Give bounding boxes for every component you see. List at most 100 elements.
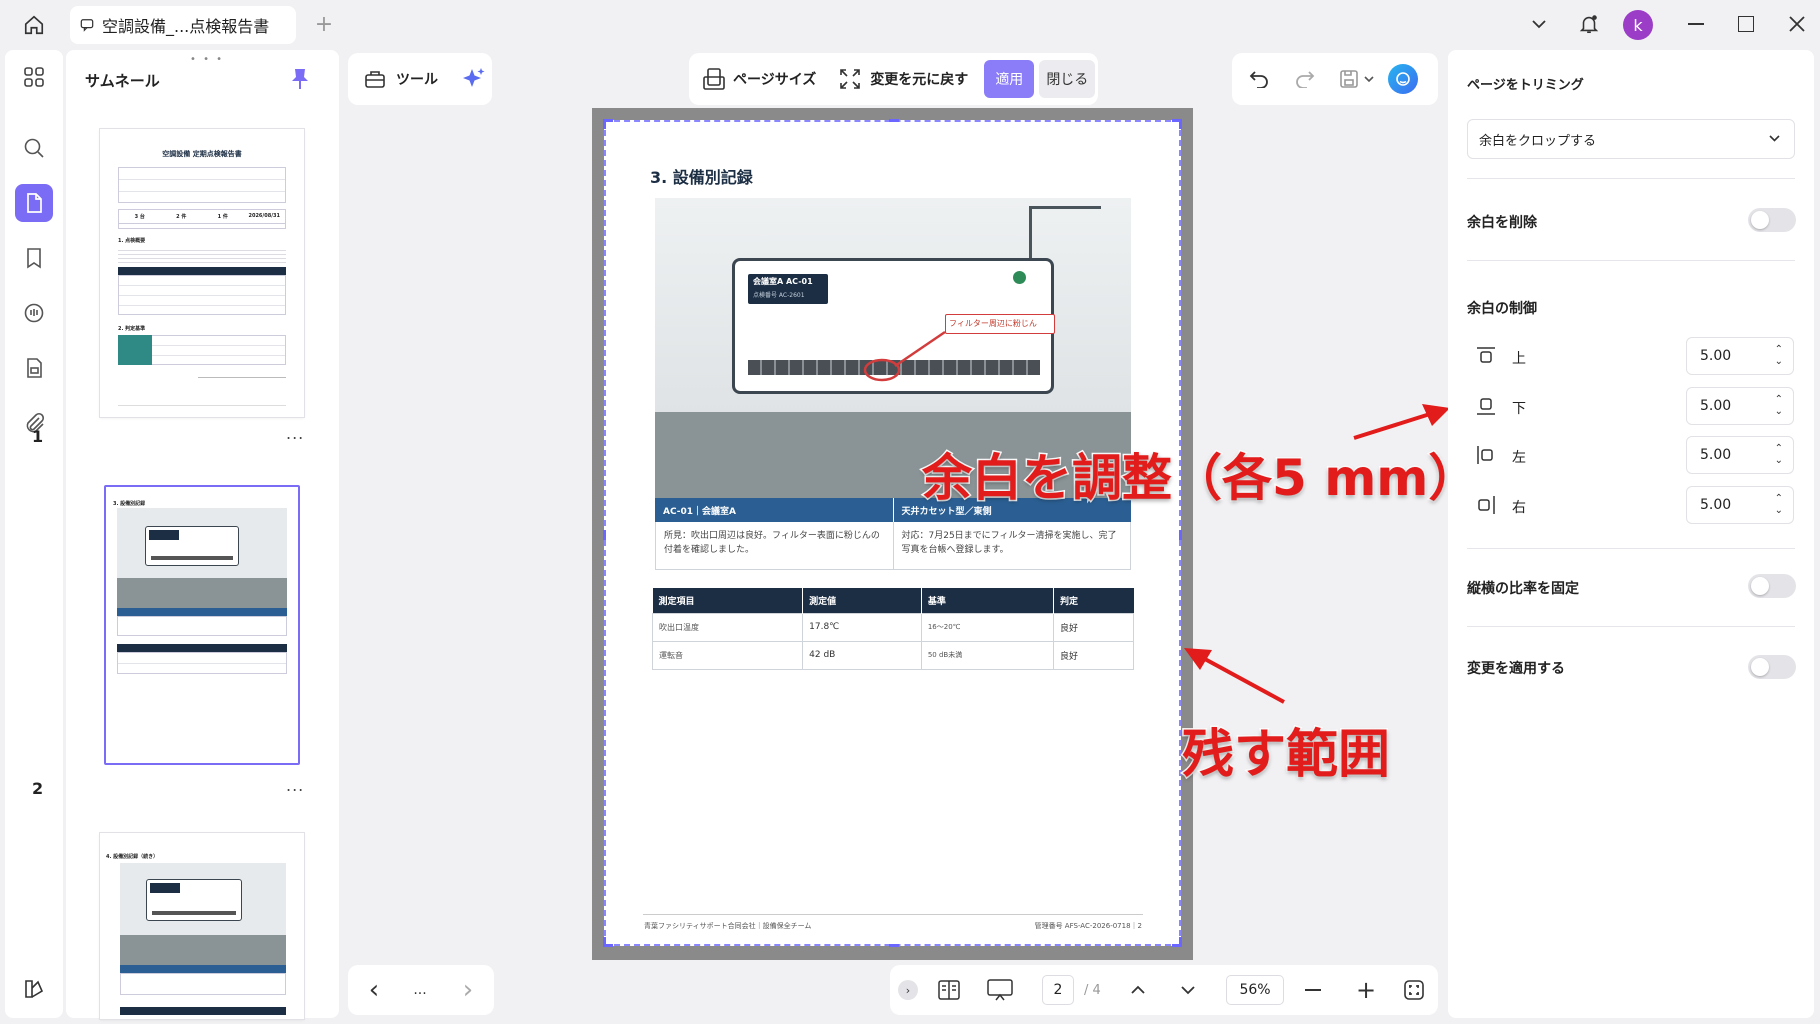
next-page-button[interactable]: › [456,975,480,1005]
margin-top-icon [1474,344,1498,368]
search-icon[interactable] [15,129,53,167]
bell-icon[interactable] [1576,10,1602,38]
chevron-down-icon [1769,135,1780,142]
save-icon[interactable] [1336,64,1362,94]
page-up-icon[interactable] [1124,976,1152,1004]
margin-bottom-icon [1474,394,1498,418]
zoom-out-icon[interactable] [1305,989,1321,991]
reset-crop-icon [838,67,862,91]
edit-toolbar [1232,53,1438,105]
presentation-icon[interactable] [984,976,1016,1004]
annotation-keep-area: 残す範囲 [1180,724,1391,787]
zoom-level[interactable]: 56% [1226,975,1284,1005]
bookmark-icon[interactable] [15,239,53,277]
undo-icon[interactable] [1244,64,1274,94]
thumbnail-page-1[interactable]: 空調設備 定期点検報告書 3 台 2 件 1 件 2026/08/31 1. 点… [100,129,304,417]
thumb-section: 4. 設備別記録（続き） [106,854,159,860]
tools-toolbar: ツール [348,53,492,105]
margin-right-value: 5.00 [1700,497,1732,513]
drag-handle[interactable]: • • • [190,54,224,65]
save-options-chevron-icon[interactable] [1362,64,1376,94]
thumb-section: 1. 点検概要 [118,238,146,244]
expand-icon[interactable]: › [898,980,918,1000]
tab-title: 空調設備_...点検報告書 [102,17,270,36]
margin-bottom-stepper[interactable]: 5.00 ⌃ ⌄ [1686,387,1794,425]
thumb-page-number: 1 [32,427,44,446]
view-controls-bar: › 2 / 4 56% + [890,965,1438,1015]
dropdown-value: 余白をクロップする [1479,133,1597,149]
fit-page-icon[interactable] [1400,976,1428,1004]
zoom-in-icon[interactable]: + [1352,976,1380,1004]
divider [1467,260,1795,261]
page-number-input[interactable]: 2 [1042,975,1074,1005]
ai-assistant-icon[interactable] [1388,64,1418,94]
toolbox-icon[interactable] [362,66,388,92]
document-tab[interactable]: 空調設備_...点検報告書 [70,6,296,44]
thumbnail-page-3[interactable]: 4. 設備別記録（続き） [100,833,304,1019]
panel-title: サムネール [85,72,160,90]
margin-bottom-label: 下 [1512,401,1526,417]
chevron-down-icon[interactable] [1528,12,1550,36]
more-icon[interactable]: ... [286,776,304,795]
pages-icon[interactable] [15,184,53,222]
page-size-button[interactable]: ページサイズ [733,69,816,89]
page-size-icon [701,66,727,92]
divider [1467,626,1795,627]
thumb-doc-title: 空調設備 定期点検報告書 [162,150,242,158]
home-icon[interactable] [18,10,50,40]
thumb-page-number: 2 [32,779,44,798]
page-total: / 4 [1084,982,1101,998]
divider [1467,548,1795,549]
apply-changes-toggle[interactable] [1748,655,1796,679]
minimize-icon[interactable] [1688,23,1704,25]
redo-icon[interactable] [1290,64,1320,94]
apply-button[interactable]: 適用 [984,60,1035,98]
left-rail [5,50,63,1018]
avatar[interactable]: k [1623,10,1653,40]
margin-left-value: 5.00 [1700,447,1732,463]
stepper-arrows-icon[interactable]: ⌃ ⌄ [1775,493,1783,517]
apps-icon[interactable] [15,58,53,96]
margin-bottom-value: 5.00 [1700,398,1732,414]
stepper-arrows-icon[interactable]: ⌃ ⌄ [1775,394,1783,418]
close-button[interactable]: 閉じる [1039,60,1096,98]
margin-top-value: 5.00 [1700,348,1732,364]
margin-right-stepper[interactable]: 5.00 ⌃ ⌄ [1686,486,1794,524]
new-tab-icon[interactable]: + [312,12,336,37]
maximize-icon[interactable] [1738,16,1754,32]
divider [1467,178,1795,179]
margin-left-icon [1474,443,1498,467]
lock-ratio-label: 縦横の比率を固定 [1467,581,1579,597]
reset-button[interactable]: 変更を元に戻す [870,69,968,89]
margin-control-label: 余白の制御 [1467,301,1537,317]
close-icon[interactable] [1786,12,1808,36]
remove-margin-toggle[interactable] [1748,208,1796,232]
form-icon[interactable] [15,349,53,387]
remove-margin-label: 余白を削除 [1467,215,1537,231]
stepper-arrows-icon[interactable]: ⌃ ⌄ [1775,344,1783,368]
lock-ratio-toggle[interactable] [1748,574,1796,598]
two-page-view-icon[interactable] [934,976,964,1004]
margin-left-stepper[interactable]: 5.00 ⌃ ⌄ [1686,436,1794,474]
crop-mode-dropdown[interactable]: 余白をクロップする [1467,119,1795,159]
margin-top-label: 上 [1512,351,1526,367]
more-pages-button[interactable]: ... [408,975,432,1005]
margin-top-stepper[interactable]: 5.00 ⌃ ⌄ [1686,337,1794,375]
stepper-arrows-icon[interactable]: ⌃ ⌄ [1775,443,1783,467]
panel-toggle-icon[interactable] [15,970,53,1008]
prev-page-button[interactable]: ‹ [362,975,386,1005]
margin-left-label: 左 [1512,450,1526,466]
ai-sparkle-icon[interactable] [460,65,488,93]
page-down-icon[interactable] [1174,976,1202,1004]
tools-button[interactable]: ツール [396,69,438,89]
crop-box[interactable] [603,119,1182,947]
comments-icon[interactable] [15,294,53,332]
panel-title: ページをトリミング [1467,78,1584,93]
margin-right-label: 右 [1512,500,1526,516]
thumbnail-page-2[interactable]: 3. 設備別記録 [107,488,297,762]
crop-settings-panel [1448,50,1814,1018]
comment-icon [80,19,94,32]
more-icon[interactable]: ... [286,424,304,443]
pin-icon[interactable] [288,66,312,92]
thumb-section: 3. 設備別記録 [113,501,146,507]
